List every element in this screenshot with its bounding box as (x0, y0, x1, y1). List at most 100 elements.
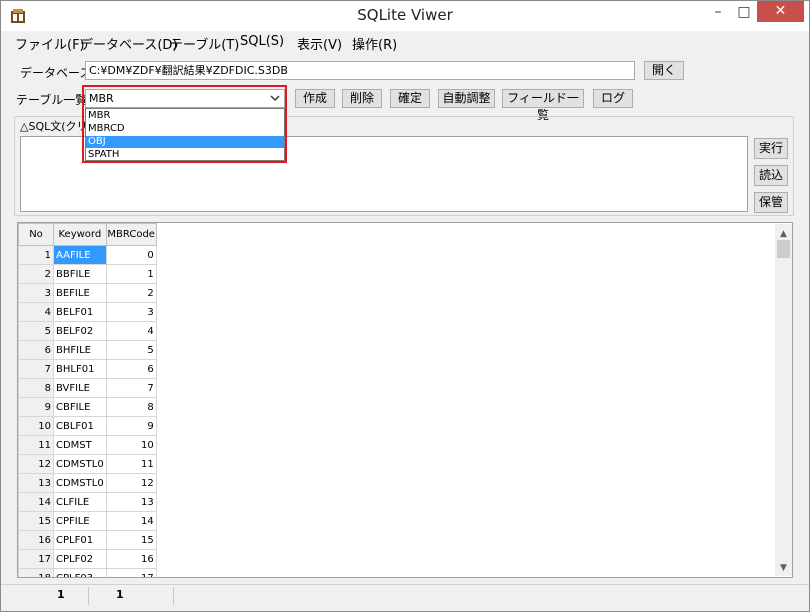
database-path-field[interactable]: C:¥DM¥ZDF¥翻訳結果¥ZDFDIC.S3DB (85, 61, 635, 80)
table-row[interactable]: 3 BEFILE 2 (18, 283, 157, 303)
table-row[interactable]: 6 BHFILE 5 (18, 340, 157, 360)
keyword-cell[interactable]: BELF02 (53, 321, 107, 341)
keyword-cell[interactable]: BBFILE (53, 264, 107, 284)
field-list-button[interactable]: フィールド一覧 (502, 89, 584, 122)
table-row[interactable]: 14 CLFILE 13 (18, 492, 157, 512)
keyword-cell[interactable]: CDMSTL0 (53, 473, 107, 493)
mbrcode-cell[interactable]: 0 (105, 245, 157, 265)
row-number-cell[interactable]: 7 (18, 359, 54, 379)
row-number-cell[interactable]: 4 (18, 302, 54, 322)
vertical-scrollbar[interactable] (775, 224, 792, 576)
table-row[interactable]: 12 CDMSTL0 11 (18, 454, 157, 474)
mbrcode-cell[interactable]: 3 (105, 302, 157, 322)
data-grid[interactable]: No Keyword MBRCode 1 AAFILE 0 2 BBFILE 1 3 BEFI… (17, 222, 793, 578)
keyword-cell[interactable]: CPLF03 (53, 568, 107, 577)
table-row[interactable]: 1 AAFILE 0 (18, 245, 157, 265)
table-row[interactable]: 13 CDMSTL0 12 (18, 473, 157, 493)
keyword-cell[interactable]: CDMST (53, 435, 107, 455)
column-header-no[interactable]: No (18, 223, 54, 246)
row-number-cell[interactable]: 14 (18, 492, 54, 512)
row-number-cell[interactable]: 10 (18, 416, 54, 436)
column-header-mbrcode[interactable]: MBRCode (105, 223, 157, 246)
mbrcode-cell[interactable]: 10 (105, 435, 157, 455)
keyword-cell[interactable]: BEFILE (53, 283, 107, 303)
table-row[interactable]: 16 CPLF01 15 (18, 530, 157, 550)
menu-sql[interactable]: SQL(S) (240, 34, 284, 49)
row-number-cell[interactable]: 18 (18, 568, 54, 577)
table-row[interactable]: 9 CBFILE 8 (18, 397, 157, 417)
table-row[interactable]: 8 BVFILE 7 (18, 378, 157, 398)
mbrcode-cell[interactable]: 12 (105, 473, 157, 493)
keyword-cell[interactable]: CBLF01 (53, 416, 107, 436)
mbrcode-cell[interactable]: 2 (105, 283, 157, 303)
table-row[interactable]: 15 CPFILE 14 (18, 511, 157, 531)
keyword-cell[interactable]: BHLF01 (53, 359, 107, 379)
menu-view[interactable]: 表示(V) (297, 34, 342, 53)
keyword-cell[interactable]: CPLF02 (53, 549, 107, 569)
mbrcode-cell[interactable]: 11 (105, 454, 157, 474)
mbrcode-cell[interactable]: 5 (105, 340, 157, 360)
keyword-cell[interactable]: CLFILE (53, 492, 107, 512)
table-row[interactable]: 4 BELF01 3 (18, 302, 157, 322)
mbrcode-cell[interactable]: 7 (105, 378, 157, 398)
run-button[interactable]: 実行 (754, 138, 788, 159)
create-button[interactable]: 作成 (295, 89, 335, 108)
scroll-up-icon[interactable]: ▲ (775, 227, 792, 241)
keyword-cell[interactable]: BVFILE (53, 378, 107, 398)
scrollbar-thumb[interactable] (777, 240, 790, 258)
row-number-cell[interactable]: 5 (18, 321, 54, 341)
table-row[interactable]: 10 CBLF01 9 (18, 416, 157, 436)
menu-database[interactable]: データベース(D) (80, 34, 178, 53)
mbrcode-cell[interactable]: 16 (105, 549, 157, 569)
keyword-cell[interactable]: AAFILE (53, 245, 107, 265)
save-button[interactable]: 保管 (754, 192, 788, 213)
keyword-cell[interactable]: BHFILE (53, 340, 107, 360)
menu-table[interactable]: テーブル(T) (170, 34, 239, 53)
row-number-cell[interactable]: 6 (18, 340, 54, 360)
log-button[interactable]: ログ (593, 89, 633, 108)
close-button[interactable]: ✕ (757, 1, 804, 22)
table-row[interactable]: 11 CDMST 10 (18, 435, 157, 455)
row-number-cell[interactable]: 17 (18, 549, 54, 569)
keyword-cell[interactable]: CPFILE (53, 511, 107, 531)
row-number-cell[interactable]: 8 (18, 378, 54, 398)
table-row[interactable]: 7 BHLF01 6 (18, 359, 157, 379)
mbrcode-cell[interactable]: 13 (105, 492, 157, 512)
mbrcode-cell[interactable]: 8 (105, 397, 157, 417)
table-row[interactable]: 17 CPLF02 16 (18, 549, 157, 569)
mbrcode-cell[interactable]: 4 (105, 321, 157, 341)
row-number-cell[interactable]: 16 (18, 530, 54, 550)
menu-file[interactable]: ファイル(F) (15, 34, 85, 53)
column-header-keyword[interactable]: Keyword (53, 223, 107, 246)
mbrcode-cell[interactable]: 1 (105, 264, 157, 284)
keyword-cell[interactable]: BELF01 (53, 302, 107, 322)
row-number-cell[interactable]: 12 (18, 454, 54, 474)
scroll-down-icon[interactable]: ▼ (775, 561, 792, 575)
mbrcode-cell[interactable]: 14 (105, 511, 157, 531)
row-number-cell[interactable]: 11 (18, 435, 54, 455)
maximize-button[interactable]: □ (730, 1, 758, 23)
auto-adjust-button[interactable]: 自動調整 (438, 89, 495, 108)
table-row[interactable]: 18 CPLF03 17 (18, 568, 157, 577)
row-number-cell[interactable]: 9 (18, 397, 54, 417)
row-number-cell[interactable]: 2 (18, 264, 54, 284)
row-number-cell[interactable]: 3 (18, 283, 54, 303)
row-number-cell[interactable]: 1 (18, 245, 54, 265)
mbrcode-cell[interactable]: 6 (105, 359, 157, 379)
menu-operation[interactable]: 操作(R) (352, 34, 397, 53)
mbrcode-cell[interactable]: 17 (105, 568, 157, 577)
mbrcode-cell[interactable]: 15 (105, 530, 157, 550)
load-button[interactable]: 読込 (754, 165, 788, 186)
mbrcode-cell[interactable]: 9 (105, 416, 157, 436)
row-number-cell[interactable]: 15 (18, 511, 54, 531)
confirm-button[interactable]: 確定 (390, 89, 430, 108)
minimize-button[interactable]: – (704, 1, 732, 23)
keyword-cell[interactable]: CPLF01 (53, 530, 107, 550)
keyword-cell[interactable]: CDMSTL0 (53, 454, 107, 474)
row-number-cell[interactable]: 13 (18, 473, 54, 493)
open-button[interactable]: 開く (644, 61, 684, 80)
table-row[interactable]: 2 BBFILE 1 (18, 264, 157, 284)
keyword-cell[interactable]: CBFILE (53, 397, 107, 417)
table-row[interactable]: 5 BELF02 4 (18, 321, 157, 341)
delete-button[interactable]: 削除 (342, 89, 382, 108)
